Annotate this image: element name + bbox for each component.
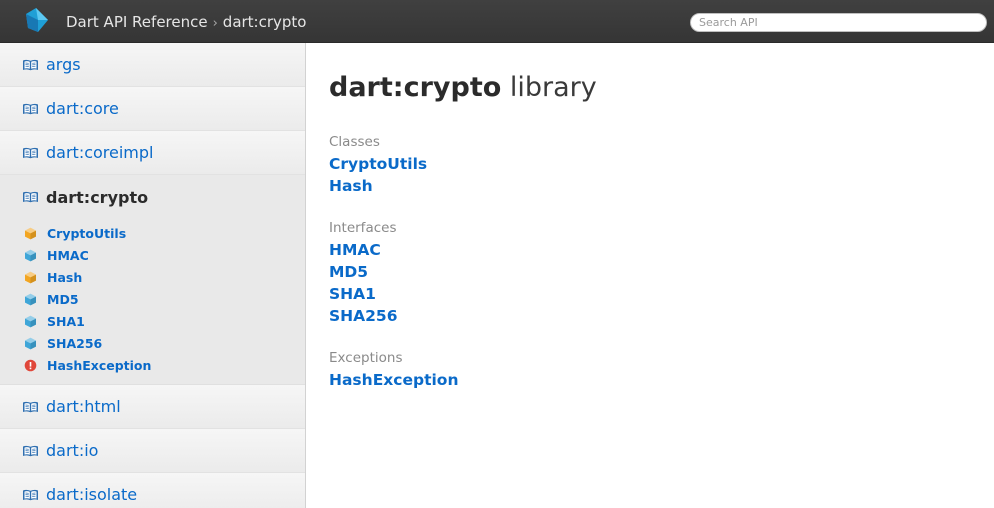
sidebar-type-item[interactable]: MD5: [0, 288, 305, 310]
type-link[interactable]: CryptoUtils: [329, 153, 427, 175]
sidebar-type-item[interactable]: SHA256: [0, 332, 305, 354]
sidebar-type-item[interactable]: SHA1: [0, 310, 305, 332]
type-link[interactable]: HMAC: [329, 239, 381, 261]
type-link[interactable]: HashException: [329, 369, 458, 391]
sidebar-library-name: dart:coreimpl: [46, 143, 154, 162]
sidebar-type-item[interactable]: HashException: [0, 354, 305, 376]
book-icon: [23, 445, 38, 456]
dart-logo-icon[interactable]: [22, 6, 52, 36]
book-icon: [23, 191, 38, 203]
sidebar-library-item[interactable]: dart:coreimpl: [0, 131, 305, 175]
sidebar-library-item[interactable]: args: [0, 43, 305, 87]
sidebar-library-item[interactable]: dart:isolate: [0, 473, 305, 508]
sidebar-library-name: args: [46, 55, 81, 74]
type-link[interactable]: Hash: [329, 175, 373, 197]
sidebar: args dart:core dart:coreimpl dart:crypto Cry…: [0, 43, 306, 508]
breadcrumb-separator: ›: [212, 16, 218, 31]
sidebar-library-name: dart:crypto: [46, 187, 149, 207]
exception-icon: [24, 359, 37, 371]
interface-icon: [25, 315, 36, 327]
sidebar-type-name: SHA1: [47, 313, 85, 329]
class-icon: [25, 271, 36, 283]
book-icon: [23, 147, 38, 158]
book-icon: [23, 103, 38, 114]
class-icon: [25, 227, 36, 239]
book-icon: [23, 59, 38, 70]
interface-icon: [25, 337, 36, 349]
sidebar-type-name: CryptoUtils: [47, 225, 127, 241]
breadcrumb-root-link[interactable]: Dart API Reference: [66, 13, 208, 31]
sidebar-type-name: HashException: [47, 357, 152, 373]
section-heading: Interfaces: [329, 220, 397, 236]
interface-icon: [25, 293, 36, 305]
book-icon: [23, 489, 38, 500]
breadcrumb: Dart API Reference › dart:crypto: [66, 12, 306, 34]
page-title: dart:crypto library: [329, 71, 597, 105]
sidebar-type-name: SHA256: [47, 335, 103, 351]
breadcrumb-current[interactable]: dart:crypto: [223, 13, 307, 31]
sidebar-type-name: HMAC: [47, 247, 89, 263]
search-input[interactable]: [690, 13, 987, 32]
sidebar-library-item[interactable]: dart:core: [0, 87, 305, 131]
sidebar-library-item[interactable]: dart:html: [0, 385, 305, 429]
book-icon: [23, 401, 38, 412]
sidebar-library-name: dart:isolate: [46, 485, 138, 504]
page-title-library-name: dart:crypto: [329, 72, 502, 103]
section-heading: Exceptions: [329, 350, 403, 366]
page-title-suffix: library: [509, 72, 597, 103]
sidebar-library-item[interactable]: dart:crypto: [0, 175, 305, 219]
sidebar-library-item[interactable]: dart:io: [0, 429, 305, 473]
sidebar-type-list: CryptoUtils HMAC Hash MD5 SHA1 SHA256 HashExce…: [0, 219, 305, 385]
sidebar-type-name: Hash: [47, 269, 83, 285]
sidebar-library-name: dart:core: [46, 99, 119, 118]
section-heading: Classes: [329, 134, 380, 150]
type-link[interactable]: SHA1: [329, 283, 376, 305]
sidebar-type-item[interactable]: CryptoUtils: [0, 222, 305, 244]
sidebar-library-name: dart:html: [46, 397, 121, 416]
sidebar-type-name: MD5: [47, 291, 79, 307]
interface-icon: [25, 249, 36, 261]
top-header: Dart API Reference › dart:crypto: [0, 0, 994, 43]
type-link[interactable]: SHA256: [329, 305, 398, 327]
sidebar-type-item[interactable]: HMAC: [0, 244, 305, 266]
type-link[interactable]: MD5: [329, 261, 368, 283]
sidebar-library-name: dart:io: [46, 441, 99, 460]
main-content: dart:crypto library Classes CryptoUtils Ha…: [307, 43, 994, 508]
sidebar-type-item[interactable]: Hash: [0, 266, 305, 288]
